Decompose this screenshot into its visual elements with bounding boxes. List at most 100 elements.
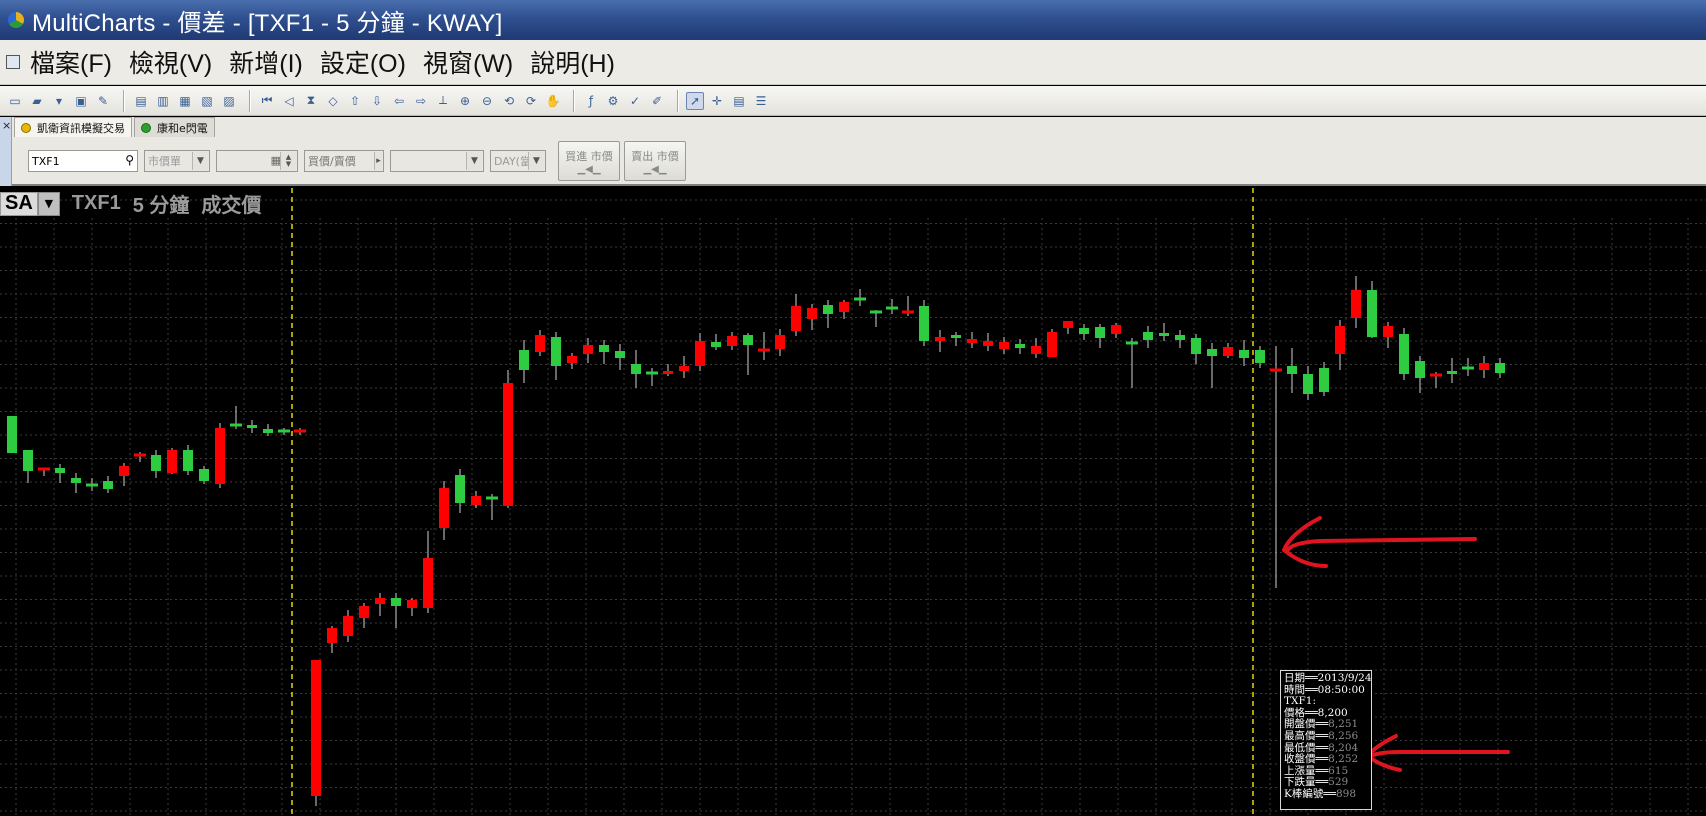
annotation-arrow: [1366, 734, 1510, 772]
toolbar-separator: [677, 89, 679, 112]
chart-symbol: TXF1: [71, 192, 121, 214]
pencil-icon[interactable]: ✐: [648, 92, 666, 110]
data-window-value: 8,251: [1328, 718, 1359, 731]
candle-body: [7, 416, 17, 453]
chevron-down-icon[interactable]: ▼: [37, 191, 60, 216]
tab-kway-sim[interactable]: 凱衛資訊模擬交易: [14, 117, 132, 137]
sa-label[interactable]: SA: [0, 191, 38, 216]
crosshair-icon[interactable]: ✛: [708, 92, 726, 110]
chevron-down-icon[interactable]: ▼: [192, 152, 208, 170]
close-icon[interactable]: ×: [2, 119, 11, 132]
rotate-icon[interactable]: ⟲: [500, 92, 518, 110]
menu-settings[interactable]: 設定(O): [320, 44, 406, 80]
candle-body: [1399, 334, 1409, 374]
candlestick-chart[interactable]: [0, 188, 1706, 816]
candle-body: [1079, 328, 1089, 334]
chevron-right-icon[interactable]: ▸: [374, 152, 382, 170]
data-window-label: 收盤價══: [1284, 753, 1329, 766]
candle-body: [551, 337, 561, 366]
split-icon[interactable]: ⟂: [434, 92, 452, 110]
cursor-icon[interactable]: ➚: [686, 91, 704, 110]
zoom-out-icon[interactable]: ⊖: [478, 92, 496, 110]
new-window-icon[interactable]: ▭: [6, 92, 24, 110]
candle-body: [183, 450, 193, 471]
search-icon[interactable]: ⚲: [125, 153, 134, 167]
broker-status-icon: [141, 122, 151, 133]
menu-view[interactable]: 檢視(V): [129, 44, 212, 80]
chart3-icon[interactable]: ▦: [176, 92, 194, 110]
candle-body: [599, 345, 609, 352]
sell-market-button[interactable]: 賣出 市價 ▁◀▁: [624, 141, 686, 181]
open-folder-icon[interactable]: ▰: [28, 92, 46, 110]
candle-body: [247, 425, 257, 428]
up-arrow-icon[interactable]: ⇧: [346, 92, 364, 110]
duration-select[interactable]: DAY(當 ▼: [490, 150, 546, 172]
price-stepper[interactable]: ▦ ▲ ▼: [216, 150, 298, 172]
price-chart[interactable]: SA ▼ TXF1 5 分鐘 成交價: [0, 188, 1706, 816]
hourglass-icon[interactable]: ⧗: [302, 92, 320, 110]
menu-help[interactable]: 說明(H): [530, 44, 615, 80]
strategy-icon[interactable]: ⚙: [604, 92, 622, 110]
down-arrow-icon[interactable]: ⇩: [368, 92, 386, 110]
order-controls: TXF1 ⚲ 市價單 ▼ ▦ ▲ ▼ 買價/賣價 ▸ ▼ DAY(當 ▼ 買進 市…: [28, 141, 690, 181]
hand-icon[interactable]: ✋: [544, 92, 562, 110]
broker-status-icon: [21, 122, 31, 133]
chart4-icon[interactable]: ▧: [198, 92, 216, 110]
document-window-icon[interactable]: [6, 55, 20, 69]
spin-icon[interactable]: ▲ ▼: [280, 152, 296, 170]
toolbar-separator: [123, 89, 125, 112]
menu-file[interactable]: 檔案(F): [30, 44, 112, 80]
save-icon[interactable]: ▣: [72, 92, 90, 110]
multicharts-app-icon[interactable]: [8, 12, 24, 28]
right-arrow-icon[interactable]: ⇨: [412, 92, 430, 110]
dropdown-icon[interactable]: ▾: [50, 92, 68, 110]
candle-body: [471, 496, 481, 505]
bid-ask-value: 買價/賣價: [308, 155, 356, 168]
symbol-input[interactable]: TXF1 ⚲: [28, 150, 138, 172]
candle-body: [951, 335, 961, 338]
candle-body: [215, 428, 225, 484]
refresh-icon[interactable]: ⟳: [522, 92, 540, 110]
candle-body: [151, 455, 161, 471]
signal-icon[interactable]: ✓: [626, 92, 644, 110]
candle-body: [1335, 326, 1345, 354]
indicator-icon[interactable]: ƒ: [582, 92, 600, 110]
quantity-icon: ▁◀▁: [643, 163, 667, 175]
account-select[interactable]: ▼: [390, 150, 484, 172]
candle-body: [743, 335, 753, 345]
data-window-icon[interactable]: ▤: [730, 92, 748, 110]
toolbar-separator: [249, 89, 251, 112]
buy-market-button[interactable]: 買進 市價 ▁◀▁: [558, 141, 620, 181]
tab-concord[interactable]: 康和e閃電: [134, 117, 215, 137]
order-type-select[interactable]: 市價單 ▼: [144, 150, 210, 172]
candle-body: [455, 475, 465, 503]
candle-body: [775, 335, 785, 349]
candle-body: [791, 306, 801, 331]
scroll-left-icon[interactable]: ◁: [280, 92, 298, 110]
data-window-label: 日期══: [1284, 672, 1318, 684]
left-arrow-icon[interactable]: ⇦: [390, 92, 408, 110]
chart5-icon[interactable]: ▨: [220, 92, 238, 110]
duration-value: DAY(當: [494, 155, 531, 168]
candle-body: [1143, 332, 1153, 340]
menu-insert[interactable]: 新增(I): [229, 44, 303, 80]
first-bar-icon[interactable]: ⏮: [258, 92, 276, 110]
candle-body: [1031, 346, 1041, 354]
diamond-icon[interactable]: ◇: [324, 92, 342, 110]
candle-body: [71, 478, 81, 483]
candle-body: [935, 337, 945, 341]
chevron-down-icon[interactable]: ▼: [466, 152, 482, 170]
chart-field: 成交價: [201, 195, 262, 217]
bid-ask-select[interactable]: 買價/賣價 ▸: [304, 150, 384, 172]
chart-interval: 5 分鐘: [132, 195, 190, 217]
edit-icon[interactable]: ✎: [94, 92, 112, 110]
data-window-label: 時間══: [1284, 683, 1318, 696]
candle-body: [823, 305, 833, 314]
chart-icon[interactable]: ▤: [132, 92, 150, 110]
zoom-in-icon[interactable]: ⊕: [456, 92, 474, 110]
chart2-icon[interactable]: ▥: [154, 92, 172, 110]
menu-window[interactable]: 視窗(W): [423, 44, 513, 80]
chevron-down-icon[interactable]: ▼: [528, 152, 544, 170]
settings-icon[interactable]: ☰: [752, 92, 770, 110]
candle-body: [615, 351, 625, 358]
